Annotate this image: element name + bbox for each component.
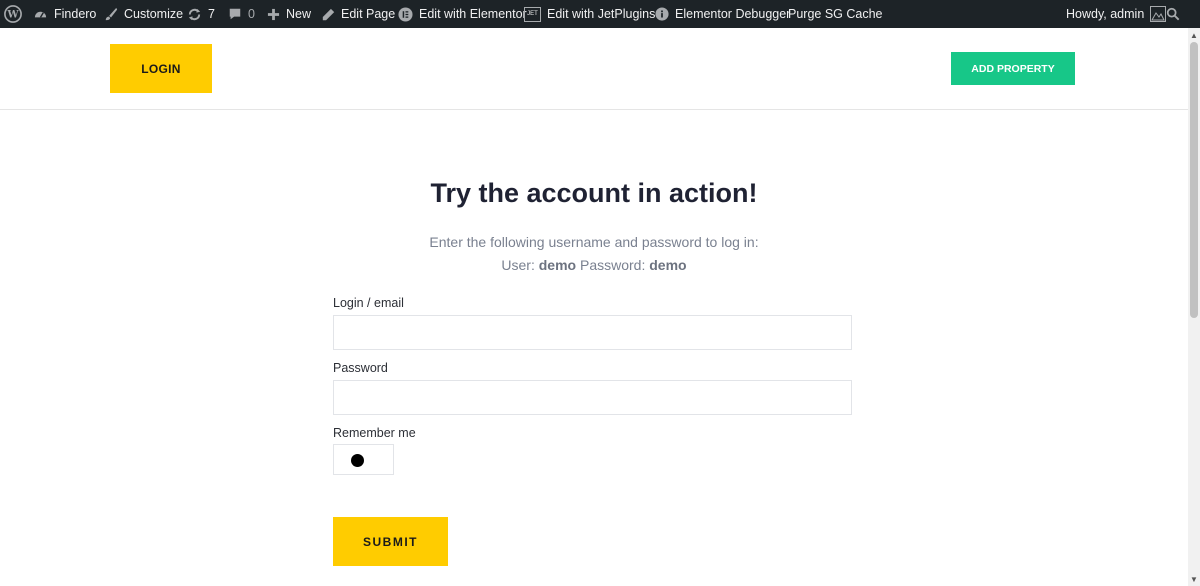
search-icon xyxy=(1166,7,1180,21)
scroll-thumb[interactable] xyxy=(1190,42,1198,318)
howdy-label: Howdy, admin xyxy=(1066,7,1145,21)
user-value: demo xyxy=(538,257,577,273)
pencil-icon xyxy=(322,8,335,21)
avatar xyxy=(1150,6,1167,22)
info-icon xyxy=(655,7,669,21)
account-menu[interactable]: Howdy, admin xyxy=(1066,0,1167,28)
remember-me-checkbox[interactable] xyxy=(333,444,394,475)
elementor-debugger-link[interactable]: Elementor Debugger xyxy=(655,0,790,28)
site-name: Findero xyxy=(54,7,97,21)
user-label: User: xyxy=(501,257,535,273)
edit-page-label: Edit Page xyxy=(341,7,396,21)
demo-credentials: User: demo Password: demo xyxy=(0,254,1188,277)
remember-me-label: Remember me xyxy=(333,426,416,440)
wp-logo-menu[interactable]: W xyxy=(4,0,22,28)
instructions-line: Enter the following username and passwor… xyxy=(429,234,759,250)
edit-elementor-link[interactable]: Edit with Elementor xyxy=(398,0,527,28)
password-input[interactable] xyxy=(333,380,852,415)
new-content-link[interactable]: New xyxy=(267,0,311,28)
customize-label: Customize xyxy=(124,7,184,21)
scroll-down-arrow-icon[interactable]: ▼ xyxy=(1188,574,1200,584)
password-field-label: Password xyxy=(333,361,388,375)
checked-dot-icon xyxy=(351,454,364,467)
comments-count: 0 xyxy=(248,7,255,21)
jet-icon: JET xyxy=(524,6,541,22)
admin-search-button[interactable] xyxy=(1166,0,1180,28)
updates-link[interactable]: 7 xyxy=(187,0,215,28)
edit-page-link[interactable]: Edit Page xyxy=(322,0,395,28)
login-button[interactable]: LOGIN xyxy=(110,44,212,93)
add-property-button[interactable]: ADD PROPERTY xyxy=(951,52,1075,85)
site-header: LOGIN ADD PROPERTY xyxy=(0,28,1188,110)
edit-elementor-label: Edit with Elementor xyxy=(419,7,527,21)
edit-jetplugins-label: Edit with JetPlugins xyxy=(547,7,656,21)
customize-link[interactable]: Customize xyxy=(104,0,183,28)
password-value: demo xyxy=(649,257,687,273)
purge-cache-label: Purge SG Cache xyxy=(788,7,883,21)
wordpress-icon: W xyxy=(4,5,22,23)
elementor-icon xyxy=(398,6,413,22)
submit-button[interactable]: SUBMIT xyxy=(333,517,448,566)
page-title: Try the account in action! xyxy=(430,178,758,208)
updates-count: 7 xyxy=(208,7,215,21)
svg-text:W: W xyxy=(6,10,19,21)
edit-jetplugins-link[interactable]: JET Edit with JetPlugins xyxy=(524,0,655,28)
admin-bar: W Findero Customize 7 0 New Edit Page Ed… xyxy=(0,0,1200,28)
login-instructions: Enter the following username and passwor… xyxy=(0,231,1188,277)
jet-badge: JET xyxy=(527,11,538,17)
elementor-debugger-label: Elementor Debugger xyxy=(675,7,791,21)
comments-link[interactable]: 0 xyxy=(228,0,255,28)
updates-icon xyxy=(187,7,202,22)
comment-icon xyxy=(228,7,242,21)
brush-icon xyxy=(104,7,118,21)
site-name-link[interactable]: Findero xyxy=(33,0,96,28)
plus-icon xyxy=(267,8,280,21)
purge-cache-link[interactable]: Purge SG Cache xyxy=(788,0,883,28)
password-label: Password: xyxy=(579,257,646,273)
page-scrollbar[interactable]: ▲ ▼ xyxy=(1188,28,1200,586)
dashboard-icon xyxy=(33,7,48,22)
new-label: New xyxy=(286,7,312,21)
scroll-up-arrow-icon[interactable]: ▲ xyxy=(1188,30,1200,40)
login-email-input[interactable] xyxy=(333,315,852,350)
login-email-label: Login / email xyxy=(333,296,404,310)
